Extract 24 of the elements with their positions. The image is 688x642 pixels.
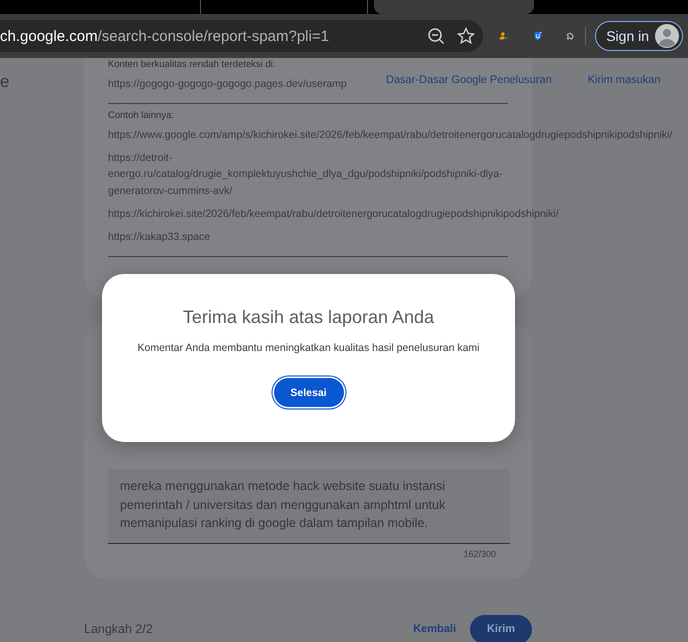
url-text: https://detroit-energo.ru/catalog/drugie_komplektuyushchie_dlya_dgu/podshipniki/podshipniki-dlya-generatorov-cummins-avk/ — [108, 150, 504, 200]
header-link[interactable]: Dasar-Dasar Google Penelusuran — [386, 74, 552, 86]
url-text: https://kakap33.space — [108, 230, 210, 245]
submit-button[interactable]: Kirim — [470, 614, 532, 642]
back-button[interactable]: Kembali — [407, 622, 462, 636]
avatar-icon — [655, 24, 680, 48]
url-text: https://www.google.com/amp/s/kichirokei.site/2026/feb/keempat/rabu/detroitenergorucatalogdrugiepodshipnikipodshipniki/ — [108, 128, 672, 143]
header-link[interactable]: Kirim masukan — [588, 74, 660, 86]
url-text: ch.google.com/search-console/report-spam?pli=1 — [0, 28, 330, 44]
done-button[interactable]: Selesai — [274, 378, 344, 407]
address-bar[interactable]: ch.google.com/search-console/report-spam?pli=1 — [0, 20, 483, 52]
character-counter: 162/300 — [463, 548, 496, 559]
url-text: https://gogogo-gogogo-gogogo.pages.dev/useramp — [108, 77, 348, 92]
step-indicator: Langkah 2/2 — [84, 622, 153, 636]
sign-in-button[interactable]: Sign in — [595, 21, 684, 51]
sidebar-text: e — [0, 72, 10, 92]
star-icon[interactable] — [457, 27, 475, 45]
field-label: Contoh lainnya: — [108, 110, 176, 121]
url-text: https://kichirokei.site/2026/feb/keempat/rabu/detroitenergorucatalogdrugiepodshipnikipodshipniki/ — [108, 206, 559, 222]
zoom-out-icon[interactable] — [427, 27, 445, 45]
dialog-title: Terima kasih atas laporan Anda — [182, 307, 434, 328]
dialog-message: Komentar Anda membantu meningkatkan kualitas hasil penelusuran kami — [137, 342, 480, 354]
field-label: Konten berkualitas rendah terdeteksi di: — [108, 59, 276, 70]
comment-field[interactable]: mereka menggunakan metode hack website suatu instansi pemerintah / universitas dan menggunakan amphtml untuk memanipulasi ranking di google dalam tampilan mobile. — [108, 469, 510, 544]
